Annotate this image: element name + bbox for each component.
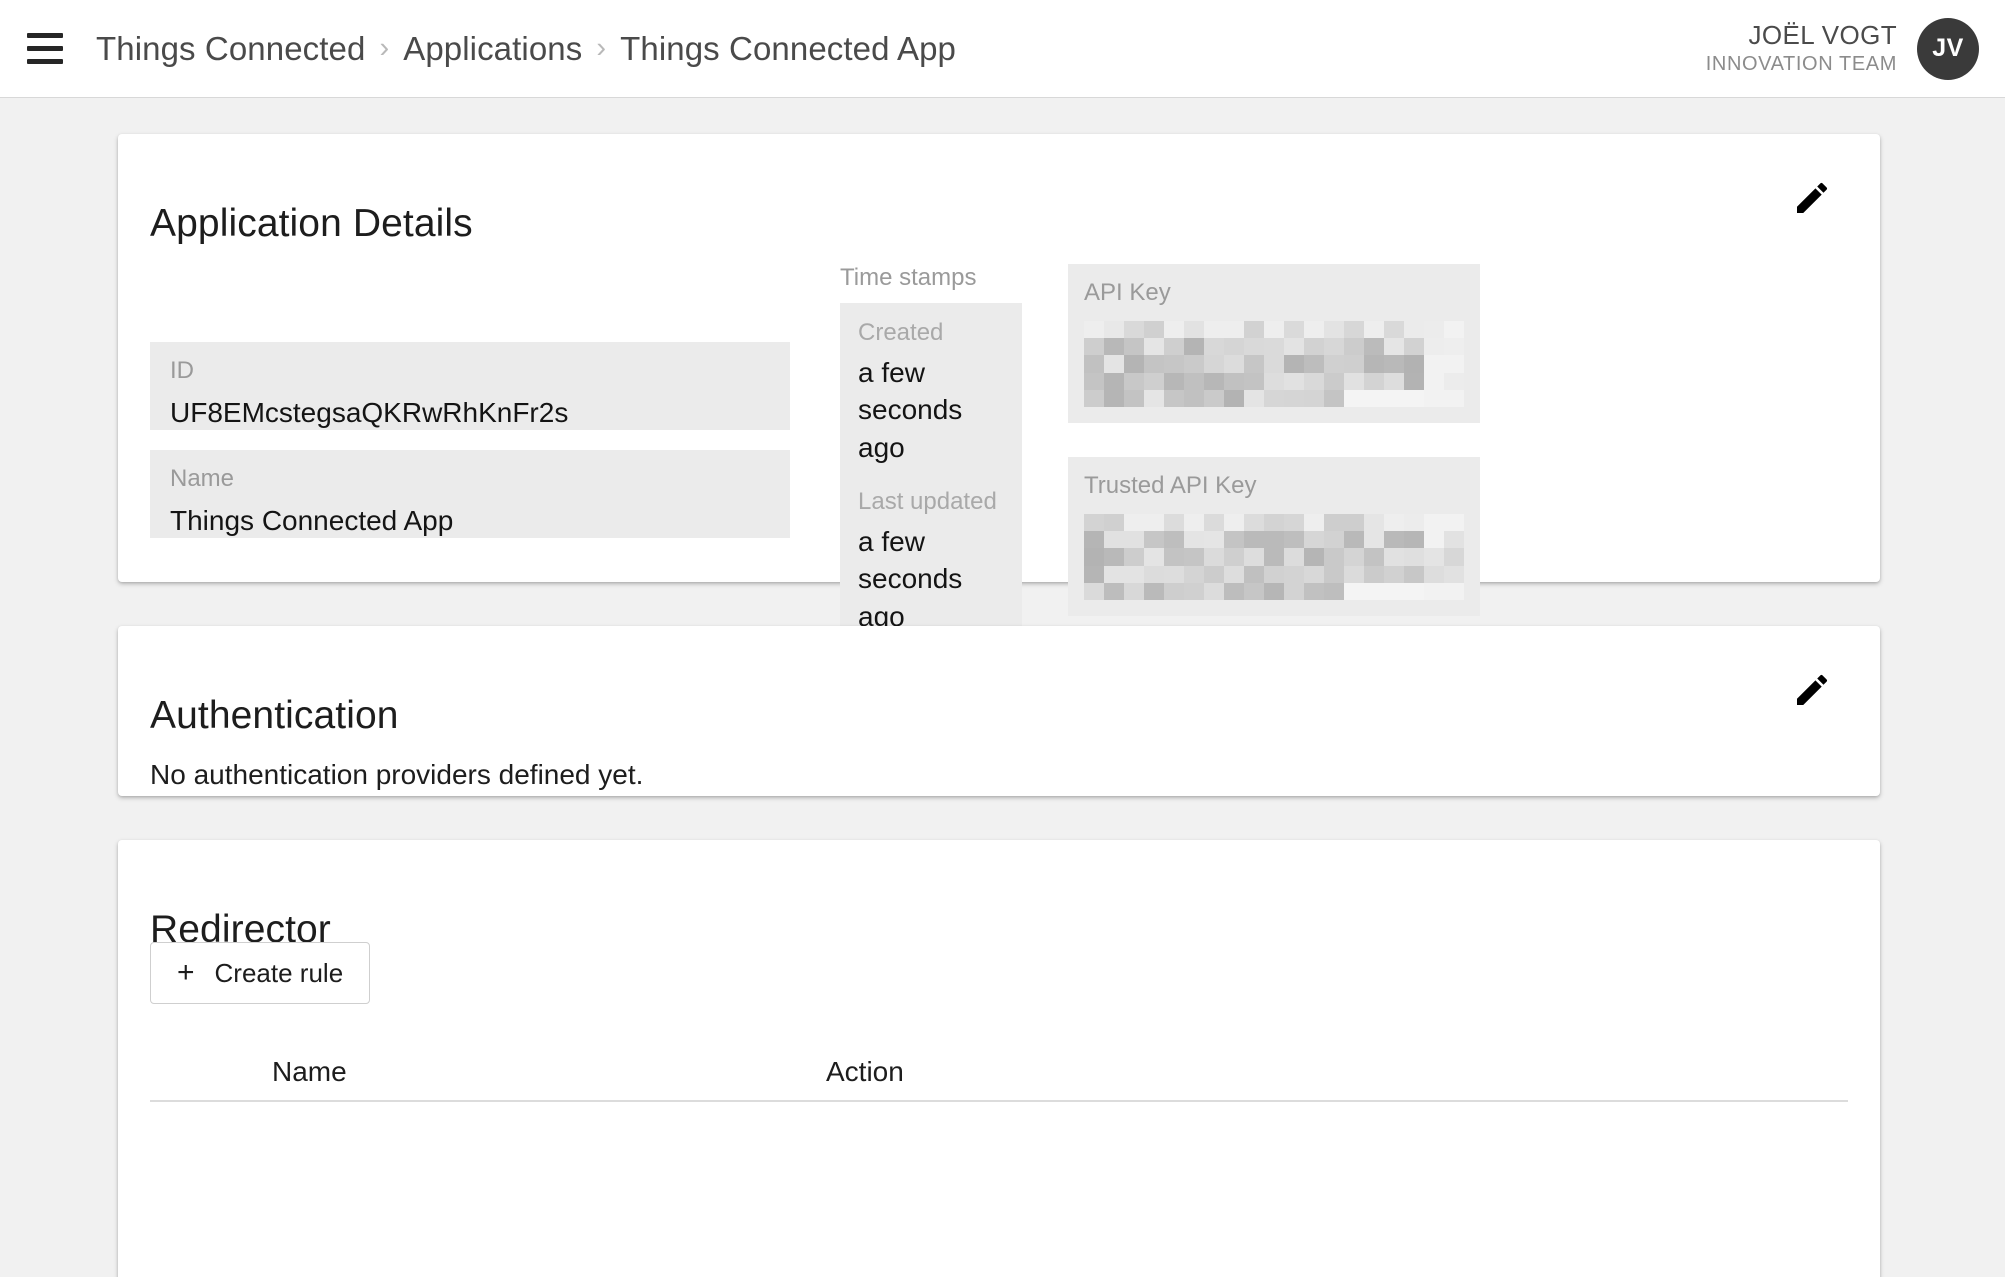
field-id-label: ID: [170, 357, 194, 384]
api-key-label: API Key: [1084, 279, 1171, 306]
trusted-api-key-box: Trusted API Key: [1068, 457, 1480, 616]
breadcrumb-separator-icon: ›: [379, 32, 390, 64]
application-details-card: Application Details ID UF8EMcstegsaQKRwR…: [118, 134, 1880, 653]
field-name-label: Name: [170, 465, 235, 492]
column-header-action: Action: [826, 1056, 904, 1087]
page-title: Application Details: [150, 202, 473, 246]
user-menu[interactable]: JOËL VOGT INNOVATION TEAM JV: [1706, 17, 1979, 80]
create-rule-button[interactable]: + Create rule: [150, 942, 371, 1004]
pencil-edit-icon[interactable]: [1792, 670, 1832, 710]
avatar[interactable]: JV: [1917, 17, 1979, 80]
hamburger-bar-1: [27, 33, 63, 38]
hamburger-menu-icon[interactable]: [22, 26, 68, 72]
timestamp-created-value: a few seconds ago: [858, 357, 963, 463]
trusted-api-key-label: Trusted API Key: [1084, 472, 1257, 499]
timestamps-box: Created a few seconds ago Last updated a…: [840, 303, 1022, 653]
details-grid: ID UF8EMcstegsaQKRwRhKnFr2s Name Things …: [150, 264, 1848, 653]
breadcrumb-item-applications[interactable]: Applications: [403, 30, 582, 68]
api-key-redacted-value: [1084, 321, 1464, 407]
field-id: ID UF8EMcstegsaQKRwRhKnFr2s: [150, 342, 790, 430]
user-team: INNOVATION TEAM: [1705, 53, 1897, 76]
breadcrumb-item-current: Things Connected App: [620, 29, 957, 67]
plus-icon: +: [177, 956, 195, 989]
timestamp-created-label: Created: [858, 319, 944, 346]
table-header-row: Name Action: [150, 1040, 1848, 1102]
authentication-card: Authentication No authentication provide…: [118, 626, 1880, 796]
details-column-api-keys: API Key Trusted API Key: [1068, 264, 1480, 650]
breadcrumb-item-root[interactable]: Things Connected: [96, 30, 365, 68]
breadcrumb-separator-icon: ›: [596, 32, 607, 64]
hamburger-bar-3: [27, 59, 63, 64]
create-rule-label: Create rule: [214, 957, 344, 988]
timestamp-updated-label: Last updated: [858, 487, 997, 515]
pencil-edit-icon[interactable]: [1792, 178, 1832, 218]
authentication-empty-message: No authentication providers defined yet.: [150, 759, 644, 790]
redirector-card: Redirector + Create rule Name Action: [118, 840, 1880, 1277]
field-name-value: Things Connected App: [170, 505, 454, 536]
redirector-rules-table: Name Action: [150, 1040, 1848, 1102]
hamburger-bar-2: [27, 46, 63, 51]
breadcrumb: Things Connected › Applications › Things…: [96, 30, 956, 68]
timestamps-heading: Time stamps: [840, 264, 977, 291]
timestamp-updated-value: a few seconds ago: [858, 526, 963, 632]
page-content: Application Details ID UF8EMcstegsaQKRwR…: [0, 98, 2005, 1277]
api-key-box: API Key: [1068, 264, 1480, 423]
trusted-api-key-redacted-value: [1084, 514, 1464, 600]
user-name: JOËL VOGT: [1748, 20, 1897, 51]
user-info: JOËL VOGT INNOVATION TEAM: [1706, 21, 1897, 76]
field-id-value: UF8EMcstegsaQKRwRhKnFr2s: [170, 397, 569, 428]
top-bar: Things Connected › Applications › Things…: [0, 0, 2005, 98]
authentication-title: Authentication: [150, 694, 399, 738]
column-header-name: Name: [272, 1056, 347, 1087]
field-name: Name Things Connected App: [150, 450, 790, 538]
details-column-timestamps: Time stamps Created a few seconds ago La…: [840, 264, 1022, 653]
